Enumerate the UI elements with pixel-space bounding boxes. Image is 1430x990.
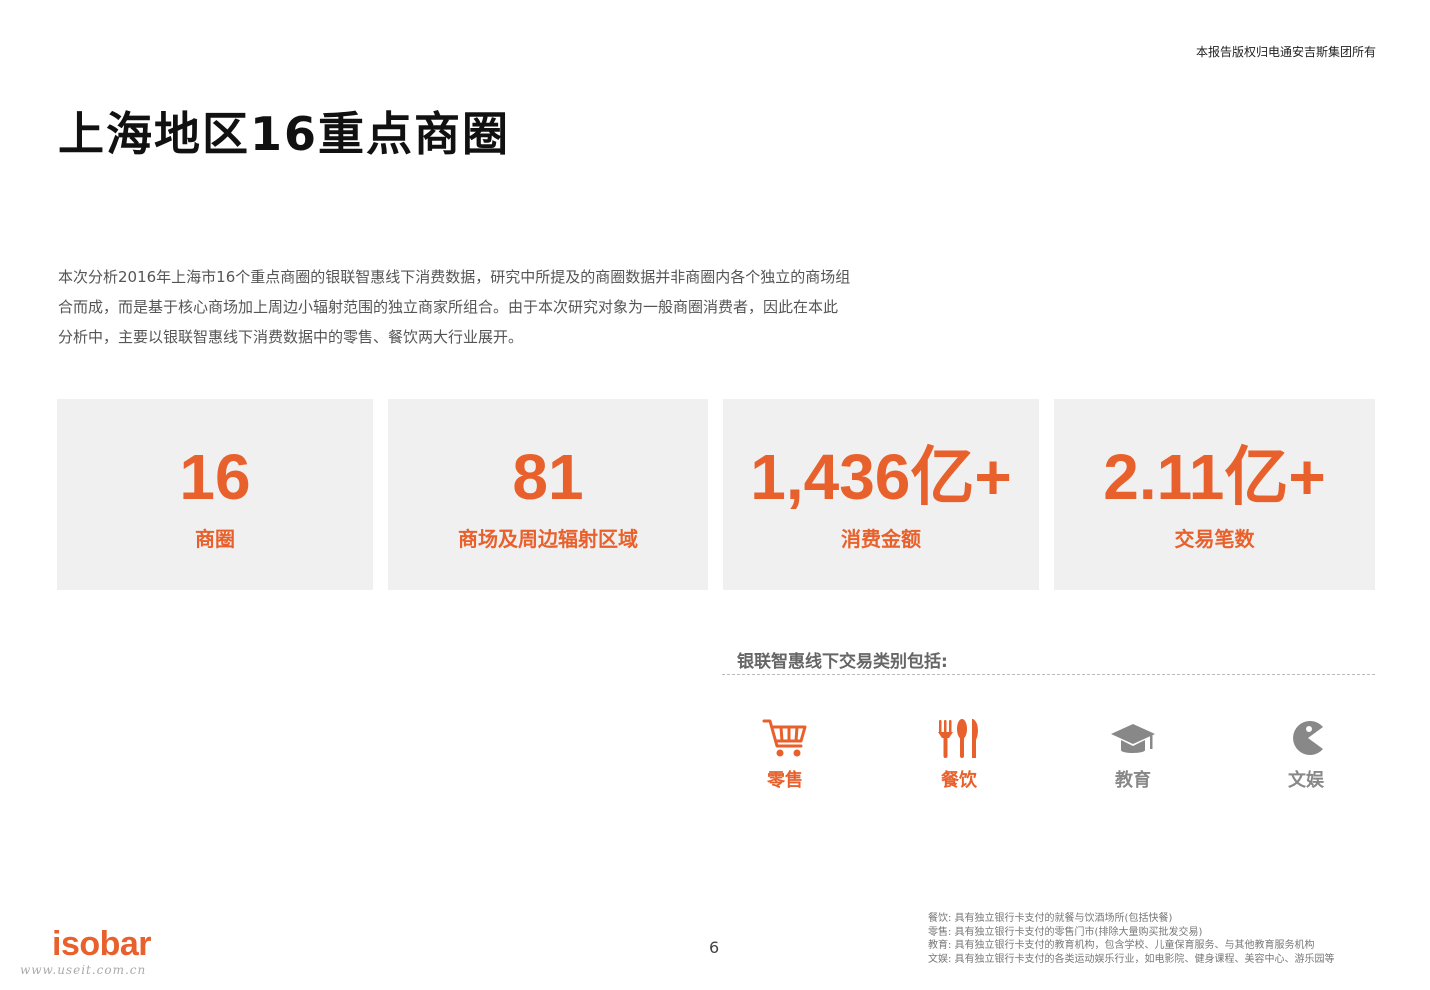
pacman-icon xyxy=(1293,721,1323,755)
footnotes: 餐饮: 具有独立银行卡支付的就餐与饮酒场所(包括快餐) 零售: 具有独立银行卡支… xyxy=(928,912,1335,966)
page-title: 上海地区16重点商圈 xyxy=(58,107,511,161)
watermark: www.useit.com.cn xyxy=(20,963,147,977)
intro-line: 分析中，主要以银联智惠线下消费数据中的零售、餐饮两大行业展开。 xyxy=(58,328,524,346)
stat-label: 交易笔数 xyxy=(1174,527,1255,551)
isobar-logo: isobar xyxy=(52,925,152,963)
footnote: 餐饮: 具有独立银行卡支付的就餐与饮酒场所(包括快餐) xyxy=(928,913,1173,924)
stat-value: 1,436亿+ xyxy=(750,441,1012,513)
stat-card-districts: 16 商圈 xyxy=(57,399,373,590)
stat-value: 2.11亿+ xyxy=(1103,441,1326,513)
category-entertainment: 文娱 xyxy=(1261,716,1351,792)
intro-line: 合而成，而是基于核心商场加上周边小辐射范围的独立商家所组合。由于本次研究对象为一… xyxy=(58,298,839,316)
categories-title: 银联智惠线下交易类别包括: xyxy=(737,652,948,672)
intro-paragraph: 本次分析2016年上海市16个重点商圈的银联智惠线下消费数据，研究中所提及的商圈… xyxy=(58,262,938,352)
stat-label: 商圈 xyxy=(195,527,235,551)
category-dining: 餐饮 xyxy=(914,716,1004,792)
stat-card-transactions: 2.11亿+ 交易笔数 xyxy=(1054,399,1375,590)
utensils-icon xyxy=(938,719,978,758)
stat-card-spending: 1,436亿+ 消费金额 xyxy=(723,399,1039,590)
footnote: 文娱: 具有独立银行卡支付的各类运动娱乐行业，如电影院、健身课程、美容中心、游乐… xyxy=(928,953,1335,965)
category-label: 教育 xyxy=(1115,770,1151,791)
category-label: 文娱 xyxy=(1288,770,1324,791)
stat-label: 商场及周边辐射区域 xyxy=(458,527,638,551)
stat-label: 消费金额 xyxy=(841,527,921,551)
stat-card-malls: 81 商场及周边辐射区域 xyxy=(388,399,708,590)
footnote: 教育: 具有独立银行卡支付的教育机构，包含学校、儿童保育服务、与其他教育服务机构 xyxy=(928,940,1315,951)
category-retail: 零售 xyxy=(740,716,830,792)
shopping-cart-icon xyxy=(762,719,807,757)
stat-value: 16 xyxy=(179,441,251,513)
page-number: 6 xyxy=(709,938,720,957)
stat-value: 81 xyxy=(512,441,584,513)
copyright-notice: 本报告版权归电通安吉斯集团所有 xyxy=(1195,45,1376,59)
footnote: 零售: 具有独立银行卡支付的零售门市(排除大量购买批发交易) xyxy=(928,926,1203,938)
graduation-cap-icon xyxy=(1111,724,1155,753)
category-label: 餐饮 xyxy=(941,770,977,791)
intro-line: 本次分析2016年上海市16个重点商圈的银联智惠线下消费数据，研究中所提及的商圈… xyxy=(58,268,851,286)
category-education: 教育 xyxy=(1088,716,1178,792)
divider xyxy=(722,674,1375,675)
category-label: 零售 xyxy=(767,770,803,791)
